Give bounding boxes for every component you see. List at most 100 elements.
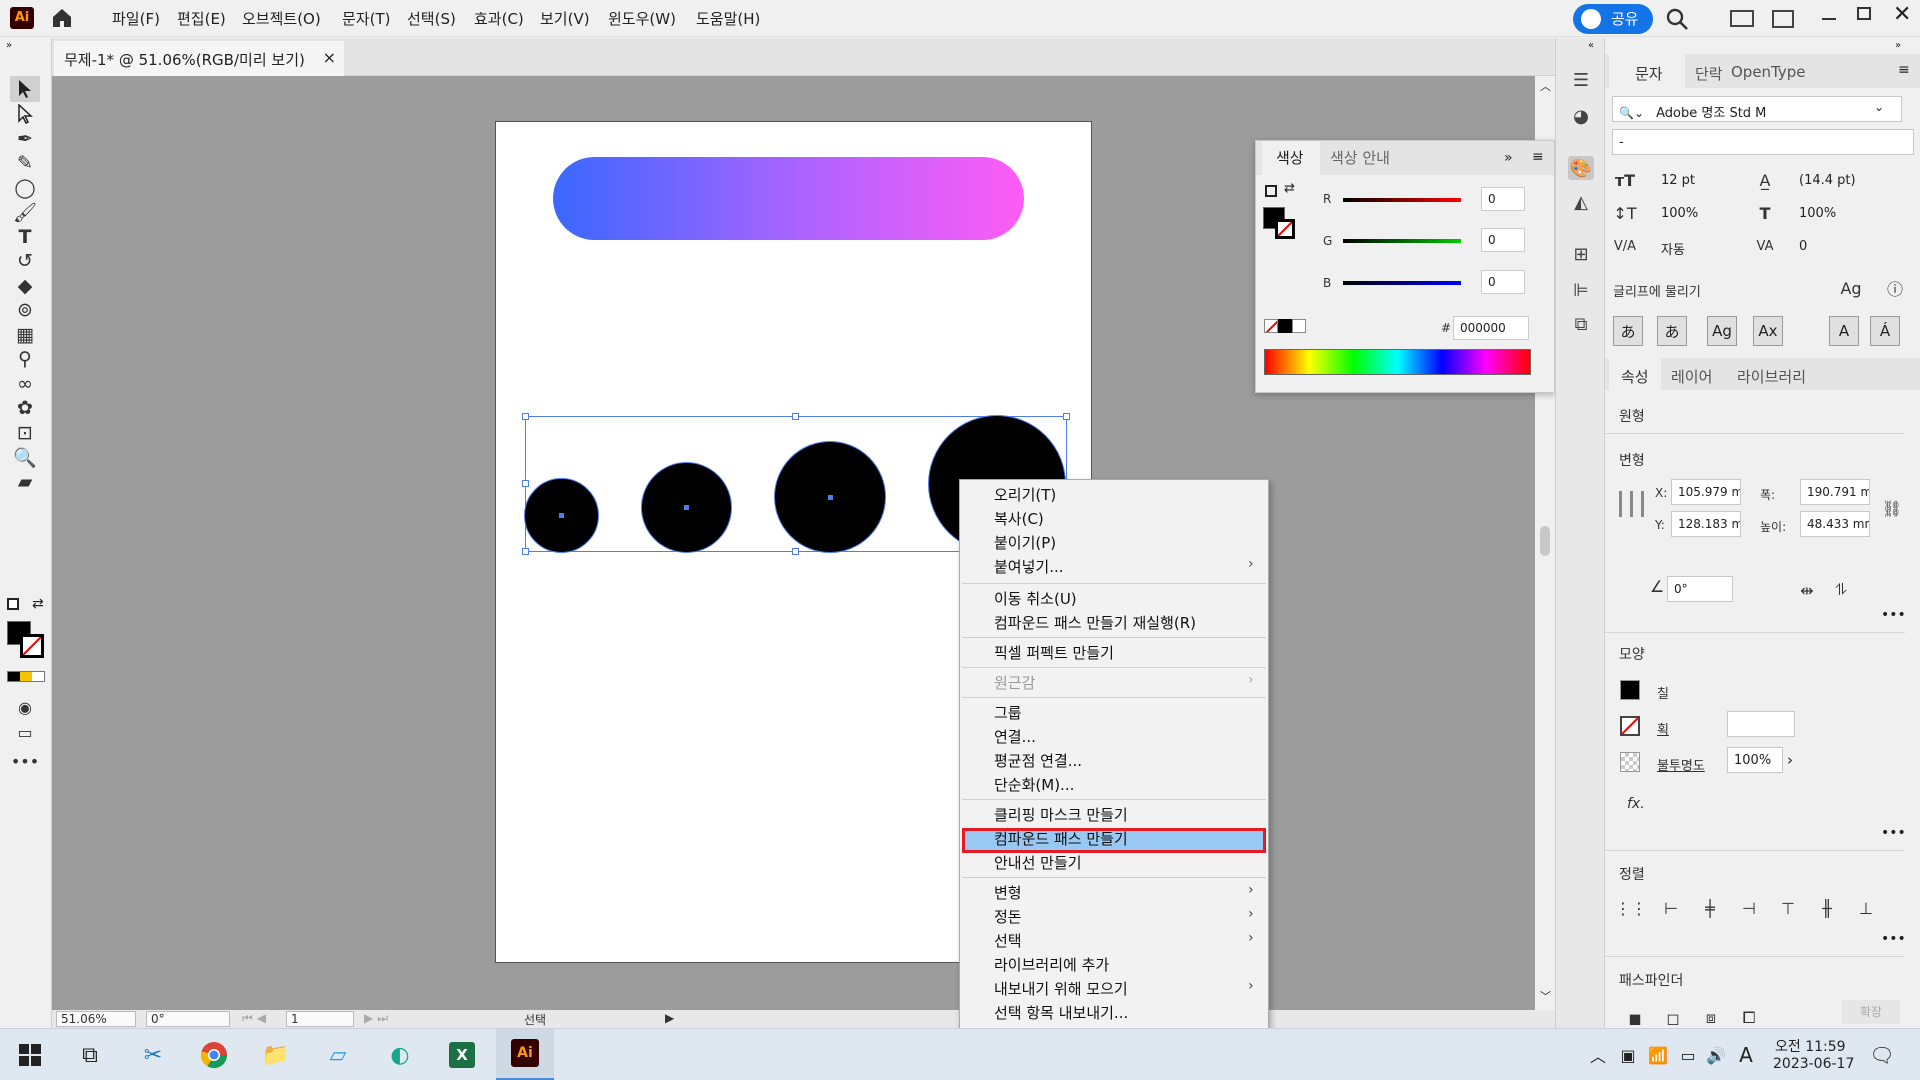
glyph-snap-button-1[interactable]: あ — [1613, 316, 1643, 346]
tab-libraries[interactable]: 라이브러리 — [1737, 366, 1806, 387]
font-style-field[interactable]: - — [1612, 129, 1914, 155]
green-value-field[interactable]: 0 — [1481, 228, 1525, 252]
more-options-icon[interactable]: ••• — [1881, 607, 1906, 623]
leading-field[interactable]: (14.4 pt) — [1793, 168, 1873, 194]
menu-file[interactable]: 파일(F) — [112, 8, 160, 29]
close-window-button[interactable]: ✕ — [1893, 2, 1911, 27]
scroll-down-icon[interactable]: ﹀ — [1540, 988, 1551, 1004]
menu-item-collect-for-export[interactable]: 내보내기 위해 모으기 — [994, 978, 1128, 999]
paintbrush-tool-icon[interactable]: 🖌 — [10, 199, 40, 225]
minimize-button[interactable] — [1822, 18, 1836, 20]
direct-selection-tool-icon[interactable] — [10, 101, 40, 127]
zoom-field[interactable]: 51.06% — [56, 1011, 136, 1027]
red-value-field[interactable]: 0 — [1481, 187, 1525, 211]
chrome-icon[interactable] — [198, 1039, 230, 1071]
menu-type[interactable]: 문자(T) — [342, 8, 390, 29]
clock-date[interactable]: 2023-06-17 — [1773, 1056, 1854, 1072]
snipping-tool-icon[interactable]: ✂ — [137, 1039, 169, 1071]
glyph-snap-icon[interactable]: Ag — [1839, 276, 1863, 300]
edge-app-icon[interactable]: ◐ — [384, 1039, 416, 1071]
collapse-toolbar-icon[interactable]: » — [6, 40, 12, 51]
align-horizontal-center-icon[interactable]: ╪ — [1698, 896, 1722, 920]
menu-item-make-guides[interactable]: 안내선 만들기 — [994, 852, 1082, 873]
restore-button[interactable] — [1857, 7, 1871, 20]
swap-fill-stroke-icon[interactable]: ⇄ — [1284, 181, 1295, 196]
align-left-icon[interactable]: ⊢ — [1659, 896, 1683, 920]
color-mode-icon[interactable] — [7, 671, 45, 682]
selection-handle[interactable] — [792, 413, 799, 420]
horizontal-scale-field[interactable]: 100% — [1793, 201, 1873, 227]
menu-item-group[interactable]: 그룹 — [994, 702, 1022, 723]
tab-color[interactable]: 색상 — [1262, 141, 1320, 175]
width-field[interactable]: 190.791 m — [1800, 479, 1870, 505]
glyph-snap-button-6[interactable]: Á — [1870, 316, 1900, 346]
glyph-snap-button-5[interactable]: A — [1829, 316, 1859, 346]
chevron-down-icon[interactable]: ⌄ — [1874, 100, 1884, 114]
blue-slider[interactable] — [1343, 281, 1461, 285]
screen-mode-icon[interactable]: ▭ — [10, 719, 40, 745]
color-spectrum[interactable] — [1264, 349, 1531, 375]
document-tab[interactable]: 무제-1* @ 51.06%(RGB/미리 보기) × — [54, 41, 344, 76]
arrange-documents-icon[interactable] — [1772, 10, 1794, 28]
close-tab-icon[interactable]: × — [323, 48, 336, 67]
menu-select[interactable]: 선택(S) — [407, 8, 456, 29]
gradient-rounded-rectangle[interactable] — [553, 157, 1024, 240]
align-top-icon[interactable]: ⊤ — [1776, 896, 1800, 920]
task-view-icon[interactable]: ⧉ — [74, 1039, 106, 1071]
search-icon[interactable] — [1665, 7, 1689, 35]
align-vertical-center-icon[interactable]: ╫ — [1815, 896, 1839, 920]
gradient-tool-icon[interactable]: ▦ — [10, 322, 40, 348]
glyph-snap-button-2[interactable]: あ — [1657, 316, 1687, 346]
constrain-proportions-icon[interactable]: ⛓ — [1880, 496, 1904, 520]
stroke-swatch[interactable] — [20, 634, 44, 658]
menu-edit[interactable]: 편집(E) — [177, 8, 226, 29]
selection-tool-icon[interactable] — [10, 76, 40, 102]
menu-item-copy[interactable]: 복사(C) — [994, 508, 1044, 529]
draw-mode-icon[interactable]: ◉ — [10, 694, 40, 720]
font-size-field[interactable]: 12 pt — [1655, 168, 1721, 194]
info-icon[interactable]: ⓘ — [1883, 276, 1907, 300]
illustrator-taskbar-button[interactable]: Ai — [496, 1029, 554, 1080]
opacity-field[interactable]: 100% — [1727, 747, 1783, 773]
align-bottom-icon[interactable]: ⊥ — [1854, 896, 1878, 920]
angle-field[interactable]: 0° — [1667, 576, 1733, 602]
zoom-tool-icon[interactable]: 🔍 — [10, 444, 40, 470]
eraser-tool-icon[interactable]: ◆ — [10, 273, 40, 299]
menu-item-make-clipping-mask[interactable]: 클리핑 마스크 만들기 — [994, 804, 1128, 825]
ime-indicator[interactable]: A — [1730, 1039, 1762, 1071]
white-color-swatch[interactable] — [1292, 319, 1306, 333]
menu-item-select[interactable]: 선택 — [994, 930, 1022, 951]
rotation-field[interactable]: 0° — [146, 1011, 230, 1027]
notes-app-icon[interactable]: ▱ — [322, 1039, 354, 1071]
windows-start-icon[interactable] — [14, 1039, 46, 1071]
pathfinder-icon[interactable]: ⧉ — [1568, 312, 1594, 336]
swap-colors-icon[interactable]: ⇄ — [32, 596, 44, 612]
file-explorer-icon[interactable]: 📁 — [260, 1039, 292, 1071]
y-field[interactable]: 128.183 m — [1671, 511, 1741, 537]
minus-front-icon[interactable]: ◻ — [1661, 1006, 1685, 1030]
glyph-snap-button-3[interactable]: Ag — [1707, 316, 1737, 346]
menu-item-paste[interactable]: 붙이기(P) — [994, 532, 1056, 553]
menu-item-make-pixel-perfect[interactable]: 픽셀 퍼펙트 만들기 — [994, 642, 1114, 663]
ellipse-tool-icon[interactable]: ◯ — [10, 175, 40, 201]
reference-point-icon[interactable] — [1619, 491, 1645, 517]
default-colors-icon[interactable] — [7, 598, 19, 610]
more-options-icon[interactable]: ••• — [1881, 825, 1906, 841]
properties-icon[interactable]: ☰ — [1568, 68, 1594, 92]
tablet-icon[interactable]: ▣ — [1612, 1039, 1644, 1071]
rotate-tool-icon[interactable]: ↺ — [10, 248, 40, 274]
fill-color-swatch[interactable] — [1620, 680, 1640, 700]
scroll-up-icon[interactable]: ︿ — [1540, 78, 1551, 94]
opacity-expand-icon[interactable]: › — [1787, 751, 1793, 769]
menu-effect[interactable]: 효과(C) — [474, 8, 524, 29]
green-slider[interactable] — [1343, 239, 1461, 243]
wifi-icon[interactable]: 📶 — [1642, 1039, 1674, 1071]
menu-window[interactable]: 윈도우(W) — [608, 8, 676, 29]
tab-character[interactable]: 문자 — [1609, 54, 1685, 88]
menu-view[interactable]: 보기(V) — [540, 8, 590, 29]
collapse-dock-icon[interactable]: » — [1895, 40, 1901, 51]
home-icon[interactable] — [50, 6, 74, 30]
blue-value-field[interactable]: 0 — [1481, 270, 1525, 294]
red-slider[interactable] — [1343, 198, 1461, 202]
menu-item-arrange[interactable]: 정돈 — [994, 906, 1022, 927]
